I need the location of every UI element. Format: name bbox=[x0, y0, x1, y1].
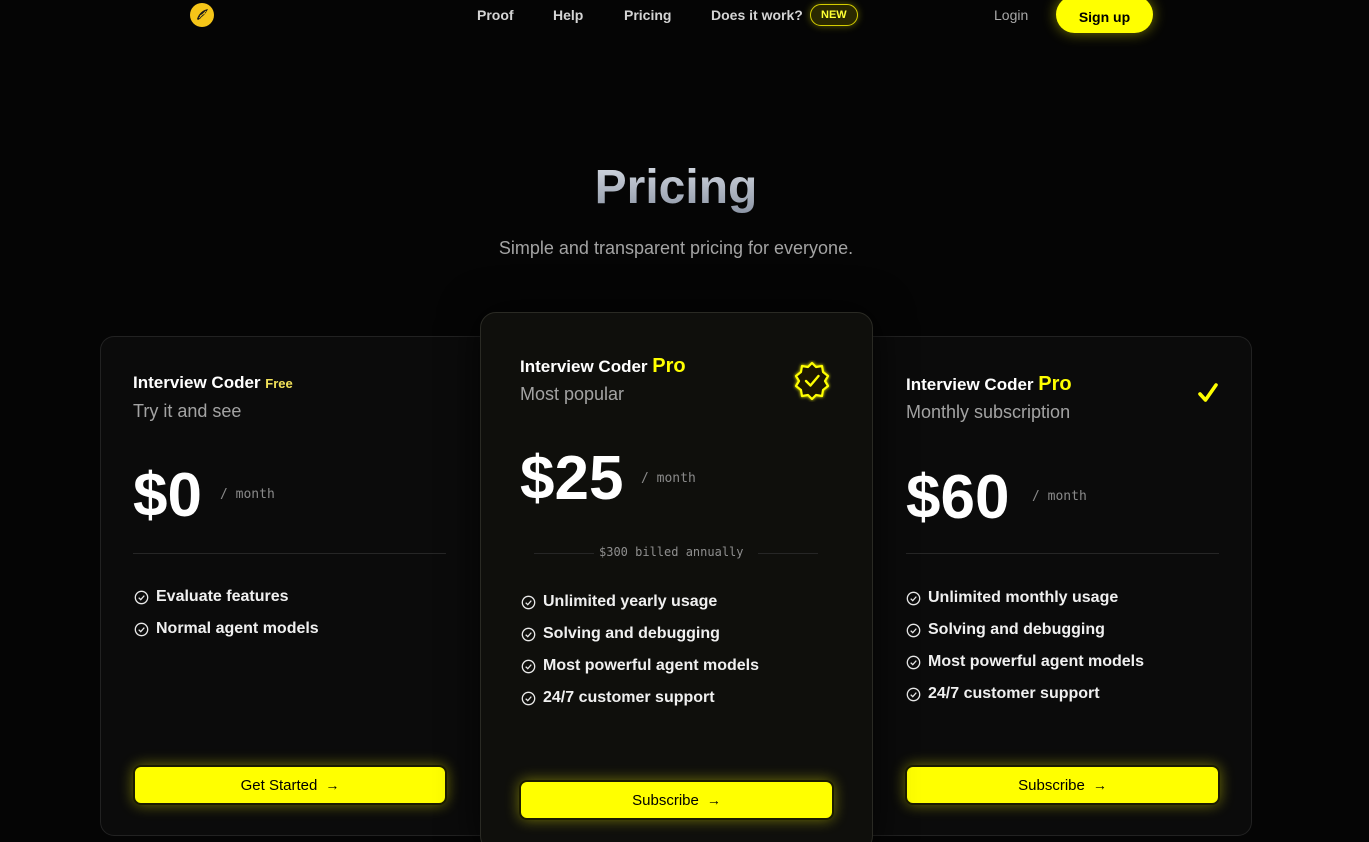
plan-title: Interview Coder Pro bbox=[520, 355, 686, 378]
plan-period: / month bbox=[1032, 489, 1087, 504]
feature-label: Most powerful agent models bbox=[543, 657, 760, 674]
plan-tier: Pro bbox=[1038, 373, 1072, 395]
plan-card-pro-monthly: Interview Coder Pro Monthly subscription… bbox=[872, 336, 1252, 836]
feature-list: Evaluate features Normal agent models bbox=[134, 581, 319, 645]
cta-label: Get Started bbox=[240, 776, 318, 794]
feature-item: Most powerful agent models bbox=[521, 650, 759, 682]
feature-label: Normal agent models bbox=[156, 620, 319, 637]
plan-period: / month bbox=[220, 487, 275, 502]
plan-card-pro-annual: Interview Coder Pro Most popular $25 / m… bbox=[480, 312, 873, 842]
checkmark-icon bbox=[1198, 383, 1218, 402]
feature-item: 24/7 customer support bbox=[906, 678, 1144, 710]
feature-item: Unlimited yearly usage bbox=[521, 586, 759, 618]
nav-link-does-it-work[interactable]: Does it work? bbox=[711, 7, 803, 23]
feature-item: Solving and debugging bbox=[906, 614, 1144, 646]
plan-title: Interview Coder Free bbox=[133, 373, 293, 393]
plan-price: $25 bbox=[520, 444, 624, 513]
plan-name: Interview Coder bbox=[520, 357, 648, 376]
get-started-button[interactable]: Get Started → bbox=[133, 765, 447, 805]
feature-item: Evaluate features bbox=[134, 581, 319, 613]
feature-label: 24/7 customer support bbox=[543, 689, 715, 706]
check-circle-icon bbox=[906, 655, 921, 669]
check-circle-icon bbox=[521, 659, 536, 673]
page-title: Pricing bbox=[0, 160, 1352, 215]
feature-item: Unlimited monthly usage bbox=[906, 582, 1144, 614]
page-subtitle: Simple and transparent pricing for every… bbox=[498, 238, 854, 258]
divider bbox=[133, 553, 446, 554]
feature-label: Solving and debugging bbox=[543, 625, 720, 642]
arrow-right-icon: → bbox=[1092, 777, 1107, 793]
arrow-right-icon: → bbox=[325, 777, 340, 793]
feature-label: Solving and debugging bbox=[928, 621, 1105, 638]
plan-title: Interview Coder Pro bbox=[906, 373, 1072, 396]
plan-period: / month bbox=[641, 471, 696, 486]
feature-item: Solving and debugging bbox=[521, 618, 759, 650]
feature-list: Unlimited yearly usage Solving and debug… bbox=[521, 586, 759, 714]
plan-name: Interview Coder bbox=[133, 373, 261, 392]
check-circle-icon bbox=[521, 595, 536, 609]
cta-label: Subscribe bbox=[632, 791, 699, 809]
new-badge: NEW bbox=[810, 4, 858, 26]
plan-card-free: Interview Coder Free Try it and see $0 /… bbox=[100, 336, 500, 836]
arrow-right-icon: → bbox=[706, 792, 721, 808]
cta-label: Subscribe bbox=[1018, 776, 1085, 794]
nav-link-help[interactable]: Help bbox=[553, 7, 583, 23]
plan-price: $60 bbox=[906, 463, 1010, 532]
divider bbox=[906, 553, 1219, 554]
check-circle-icon bbox=[906, 623, 921, 637]
check-circle-icon bbox=[521, 627, 536, 641]
feature-item: Most powerful agent models bbox=[906, 646, 1144, 678]
feature-list: Unlimited monthly usage Solving and debu… bbox=[906, 582, 1144, 710]
billed-annually-note: $300 billed annually bbox=[599, 545, 744, 559]
top-nav: Proof Help Pricing Does it work? NEW Log… bbox=[0, 0, 1369, 34]
check-circle-icon bbox=[906, 591, 921, 605]
feature-label: 24/7 customer support bbox=[928, 685, 1100, 702]
subscribe-monthly-button[interactable]: Subscribe → bbox=[905, 765, 1220, 805]
check-circle-icon bbox=[134, 622, 149, 636]
divider bbox=[534, 553, 594, 554]
feature-item: 24/7 customer support bbox=[521, 682, 759, 714]
plan-price: $0 bbox=[133, 461, 202, 530]
nav-link-proof[interactable]: Proof bbox=[477, 7, 514, 23]
plan-name: Interview Coder bbox=[906, 375, 1034, 394]
plan-tier: Pro bbox=[652, 355, 686, 377]
plan-description: Monthly subscription bbox=[906, 402, 1071, 422]
signup-button[interactable]: Sign up bbox=[1056, 0, 1153, 33]
divider bbox=[758, 553, 818, 554]
feature-item: Normal agent models bbox=[134, 613, 319, 645]
plan-tier: Free bbox=[265, 376, 293, 391]
feature-label: Unlimited monthly usage bbox=[928, 589, 1119, 606]
plan-description: Most popular bbox=[520, 384, 625, 404]
feature-label: Evaluate features bbox=[156, 588, 289, 605]
logo-icon[interactable] bbox=[190, 3, 214, 27]
subscribe-annual-button[interactable]: Subscribe → bbox=[519, 780, 834, 820]
plan-description: Try it and see bbox=[133, 401, 242, 421]
feature-label: Unlimited yearly usage bbox=[543, 593, 718, 610]
feature-label: Most powerful agent models bbox=[928, 653, 1145, 670]
check-circle-icon bbox=[134, 590, 149, 604]
check-circle-icon bbox=[906, 687, 921, 701]
nav-link-pricing[interactable]: Pricing bbox=[624, 7, 671, 23]
verified-badge-icon bbox=[794, 361, 830, 401]
check-circle-icon bbox=[521, 691, 536, 705]
login-link[interactable]: Login bbox=[994, 7, 1028, 23]
